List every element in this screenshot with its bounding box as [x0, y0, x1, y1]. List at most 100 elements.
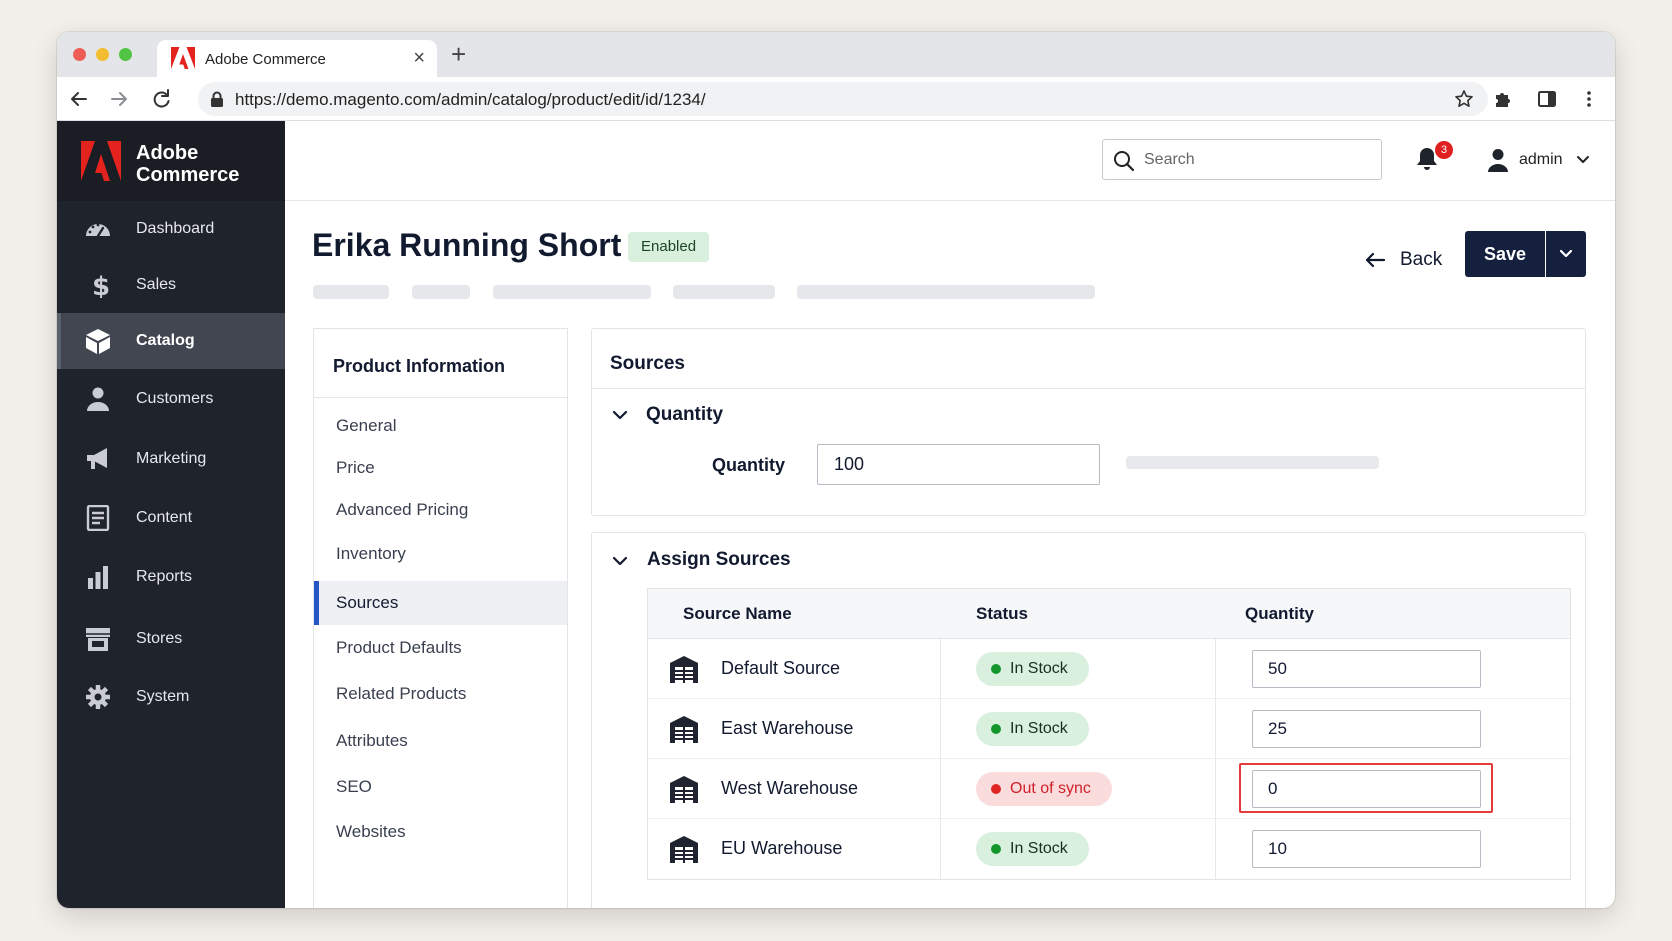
hint-placeholder [1126, 456, 1379, 469]
warehouse-icon [670, 776, 698, 803]
product-nav-websites[interactable]: Websites [314, 810, 567, 854]
browser-toolbar: https://demo.magento.com/admin/catalog/p… [57, 77, 1615, 121]
notification-count-badge: 3 [1435, 141, 1453, 159]
product-nav-general[interactable]: General [314, 404, 567, 448]
chevron-down-icon[interactable] [1576, 154, 1590, 166]
divider [592, 388, 1585, 389]
reload-icon[interactable] [147, 85, 175, 113]
product-nav-label: Websites [336, 822, 406, 841]
product-nav-seo[interactable]: SEO [314, 765, 567, 809]
product-nav-label: Product Defaults [336, 638, 462, 657]
admin-header: 3 admin [285, 121, 1615, 201]
column-header-source-name: Source Name [683, 604, 792, 623]
divider [314, 397, 567, 398]
sidebar-item-sales[interactable]: $ Sales [57, 257, 285, 313]
product-nav-price[interactable]: Price [314, 446, 567, 490]
product-nav-related-products[interactable]: Related Products [314, 672, 567, 716]
box-icon [86, 329, 110, 354]
product-nav-label: Related Products [336, 684, 467, 703]
page-title: Erika Running Short [312, 227, 622, 263]
chevron-down-icon[interactable] [612, 555, 628, 567]
breadcrumb-placeholder [493, 285, 651, 299]
sidebar-item-content[interactable]: Content [57, 490, 285, 546]
sidebar-item-label: Catalog [136, 332, 195, 349]
sidebar-item-customers[interactable]: Customers [57, 371, 285, 427]
breadcrumb-placeholder [673, 285, 775, 299]
more-menu-icon[interactable] [1579, 89, 1599, 109]
quantity-input[interactable] [817, 444, 1100, 485]
gear-icon [86, 685, 110, 709]
admin-sidebar: Adobe Commerce Dashboard $ Sales Catalog… [57, 121, 285, 908]
breadcrumb-placeholder [412, 285, 470, 299]
product-nav-attributes[interactable]: Attributes [314, 719, 567, 763]
product-status-badge: Enabled [628, 232, 710, 262]
back-arrow-icon[interactable] [65, 85, 93, 113]
sidebar-item-system[interactable]: System [57, 669, 285, 725]
browser-tab[interactable]: Adobe Commerce × [157, 40, 437, 77]
brand[interactable]: Adobe Commerce [57, 121, 285, 201]
megaphone-icon [87, 448, 107, 469]
product-nav-advanced-pricing[interactable]: Advanced Pricing [314, 488, 567, 532]
product-nav-label: SEO [336, 777, 372, 796]
sidebar-item-catalog[interactable]: Catalog [57, 313, 285, 369]
source-quantity-input[interactable] [1252, 710, 1481, 748]
document-icon [86, 505, 110, 531]
sidebar-item-stores[interactable]: Stores [57, 611, 285, 667]
brand-name: Adobe Commerce [136, 142, 239, 186]
product-nav-product-defaults[interactable]: Product Defaults [314, 626, 567, 670]
address-bar[interactable]: https://demo.magento.com/admin/catalog/p… [198, 82, 1488, 116]
maximize-window-button[interactable] [119, 48, 132, 61]
save-button[interactable]: Save [1465, 231, 1545, 277]
product-nav-inventory[interactable]: Inventory [314, 532, 567, 576]
assign-sources-panel: Assign Sources Source Name Status Quanti… [591, 532, 1586, 908]
sidebar-item-label: Stores [136, 630, 183, 647]
sources-title: Sources [610, 353, 685, 374]
status-badge: Out of sync [976, 772, 1112, 806]
column-header-status: Status [976, 604, 1028, 623]
sources-panel: Sources Quantity Quantity [591, 328, 1586, 516]
chevron-down-icon [1559, 249, 1573, 258]
source-name: EU Warehouse [721, 838, 843, 858]
sidebar-item-label: Reports [136, 568, 193, 585]
sidebar-item-label: System [136, 688, 190, 705]
close-window-button[interactable] [73, 48, 86, 61]
global-search [1102, 139, 1382, 180]
table-row: West Warehouse Out of sync [648, 759, 1570, 819]
url-text: https://demo.magento.com/admin/catalog/p… [235, 90, 706, 109]
user-avatar-icon[interactable] [1487, 148, 1509, 172]
extensions-puzzle-icon[interactable] [1493, 89, 1513, 109]
side-panel-icon[interactable] [1537, 89, 1557, 109]
user-name[interactable]: admin [1519, 151, 1563, 169]
search-input[interactable] [1144, 148, 1374, 172]
brand-word-1: Adobe [136, 142, 199, 164]
minimize-window-button[interactable] [96, 48, 109, 61]
sources-table: Source Name Status Quantity Default Sour… [647, 588, 1571, 880]
table-row: Default Source In Stock [648, 639, 1570, 699]
new-tab-icon[interactable]: + [451, 41, 466, 67]
sidebar-item-reports[interactable]: Reports [57, 549, 285, 605]
sidebar-item-label: Marketing [136, 450, 207, 467]
bookmark-star-icon[interactable] [1454, 89, 1474, 109]
tab-close-icon[interactable]: × [413, 47, 425, 69]
adobe-logo-icon [171, 47, 195, 69]
source-name: East Warehouse [721, 718, 854, 738]
warehouse-icon [670, 716, 698, 743]
adobe-commerce-logo-icon [81, 141, 121, 181]
source-quantity-input[interactable] [1252, 830, 1481, 868]
assign-sources-title[interactable]: Assign Sources [647, 549, 791, 571]
forward-arrow-icon[interactable] [105, 85, 133, 113]
status-badge: In Stock [976, 652, 1089, 686]
search-icon [1114, 151, 1135, 172]
sidebar-item-marketing[interactable]: Marketing [57, 431, 285, 487]
source-quantity-input[interactable] [1252, 650, 1481, 688]
back-arrow-icon [1365, 252, 1386, 268]
sidebar-item-dashboard[interactable]: Dashboard [57, 201, 285, 257]
save-options-button[interactable] [1546, 231, 1586, 277]
quantity-section-title[interactable]: Quantity [646, 404, 723, 426]
product-nav-sources[interactable]: Sources [314, 581, 567, 625]
source-quantity-input[interactable] [1252, 770, 1481, 808]
dashboard-icon [86, 223, 110, 238]
sidebar-item-label: Sales [136, 276, 177, 293]
chevron-down-icon[interactable] [612, 409, 628, 421]
sidebar-item-label: Content [136, 509, 193, 526]
